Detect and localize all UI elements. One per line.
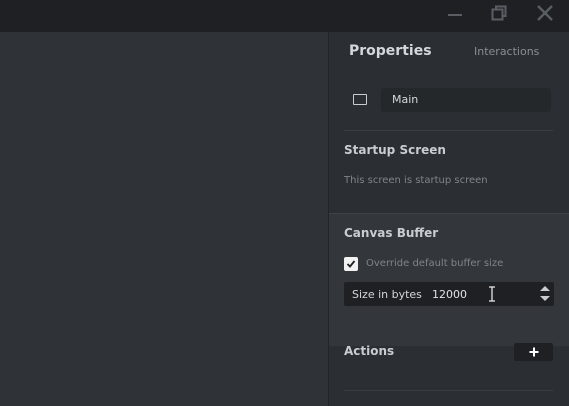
checkmark-icon: [346, 260, 356, 268]
startup-screen-description: This screen is startup screen: [344, 175, 488, 186]
screen-icon: [353, 94, 367, 105]
text-cursor-icon: [489, 286, 495, 302]
canvas-buffer-title: Canvas Buffer: [344, 226, 439, 240]
buffer-size-stepper[interactable]: Size in bytes 12000: [344, 282, 554, 306]
divider: [344, 390, 553, 391]
buffer-size-label: Size in bytes: [352, 288, 422, 301]
canvas-area[interactable]: [0, 32, 328, 406]
actions-title: Actions: [344, 344, 395, 358]
minimize-button[interactable]: [440, 0, 470, 26]
minimize-icon: [448, 14, 462, 16]
startup-screen-title: Startup Screen: [344, 143, 446, 157]
buffer-size-value[interactable]: 12000: [432, 288, 467, 301]
increment-icon[interactable]: [540, 286, 550, 291]
buffer-size-spinner[interactable]: [538, 284, 552, 304]
restore-icon: [491, 5, 507, 21]
close-icon: [537, 5, 553, 21]
add-action-button[interactable]: [514, 343, 553, 361]
plus-icon: [529, 347, 538, 357]
close-button[interactable]: [530, 0, 560, 26]
tab-properties[interactable]: Properties: [349, 43, 432, 59]
restore-button[interactable]: [484, 0, 514, 26]
tab-interactions[interactable]: Interactions: [474, 45, 539, 58]
screen-name-field[interactable]: Main: [381, 88, 551, 112]
window-titlebar: [0, 0, 569, 32]
divider: [344, 130, 553, 131]
override-buffer-label: Override default buffer size: [366, 258, 504, 269]
properties-panel: Properties Interactions Main Startup Scr…: [329, 32, 569, 406]
override-buffer-checkbox[interactable]: [344, 257, 358, 271]
decrement-icon[interactable]: [540, 296, 550, 301]
